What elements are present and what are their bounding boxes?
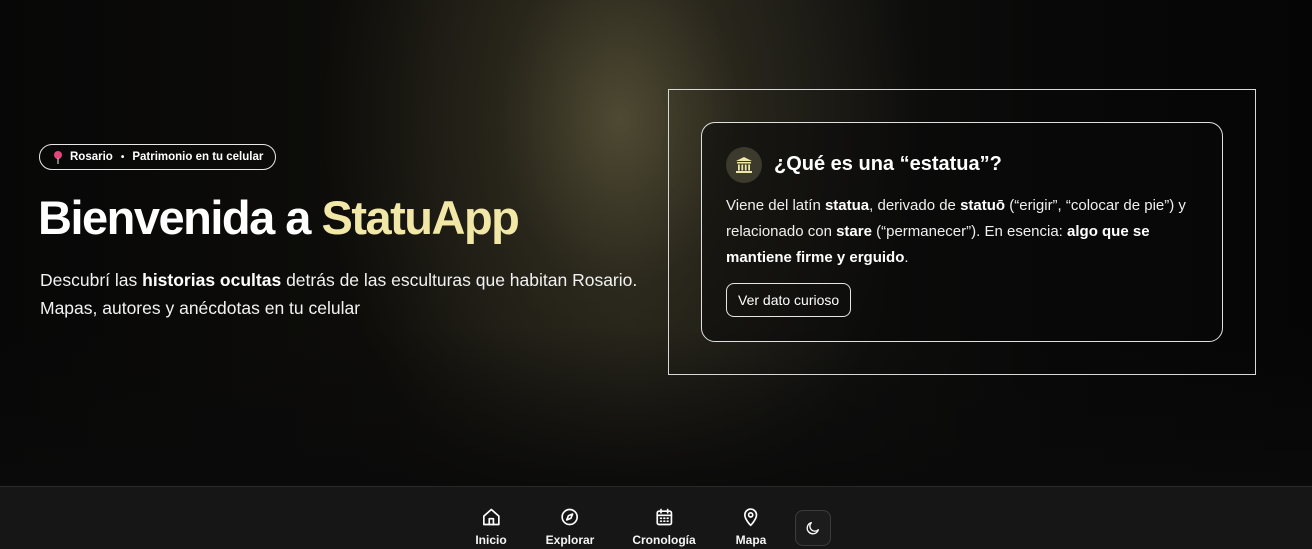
nav-item-explorar[interactable]: Explorar [545, 507, 595, 547]
compass-icon [561, 508, 579, 526]
title-prefix: Bienvenida a [38, 191, 322, 244]
card-bold-3: stare [836, 223, 872, 240]
desc-part1: Descubrí las [40, 270, 143, 290]
calendar-icon [656, 508, 672, 526]
moon-icon [806, 522, 819, 535]
card-text-5: . [904, 249, 909, 266]
card-text-1: Viene del latín [726, 197, 825, 214]
nav-label-explorar: Explorar [545, 533, 595, 547]
desc-bold1: historias ocultas [142, 270, 282, 290]
nav-label-inicio: Inicio [475, 533, 507, 547]
card-body: Viene del latín statua, derivado de stat… [726, 193, 1206, 271]
pin-icon [54, 151, 62, 164]
badge-location: Rosario [70, 151, 113, 163]
nav-item-cronologia[interactable]: Cronología [632, 507, 696, 547]
theme-toggle-button[interactable] [795, 510, 831, 546]
card-text-2: , derivado de [869, 197, 961, 214]
title-accent: StatuApp [321, 191, 520, 244]
badge-separator: • [120, 151, 125, 163]
nav-item-mapa[interactable]: Mapa [735, 507, 767, 547]
map-pin-icon [744, 508, 758, 527]
museum-icon [726, 147, 762, 183]
fun-fact-button[interactable]: Ver dato curioso [726, 283, 852, 317]
info-card: ¿Qué es una “estatua”? Viene del latín s… [701, 122, 1223, 342]
card-bold-1: statua [824, 197, 870, 214]
location-badge: Rosario • Patrimonio en tu celular [39, 144, 277, 170]
nav-item-inicio[interactable]: Inicio [475, 507, 507, 547]
hero-description: Descubrí las historias ocultas detrás de… [40, 266, 640, 322]
home-icon [482, 508, 500, 526]
hero-section: Rosario • Patrimonio en tu celular Bienv… [0, 0, 1312, 486]
page-title: Bienvenida a StatuApp [38, 190, 520, 245]
nav-label-mapa: Mapa [735, 533, 767, 547]
card-text-4: (“permanecer”). En esencia: [871, 223, 1068, 240]
card-bold-2: statuō [960, 197, 1006, 214]
card-title: ¿Qué es una “estatua”? [774, 153, 1002, 175]
badge-tagline: Patrimonio en tu celular [132, 151, 264, 163]
nav-label-cronologia: Cronología [632, 533, 696, 547]
bottom-nav: Inicio Explorar Cronología Mapa [0, 486, 1312, 549]
